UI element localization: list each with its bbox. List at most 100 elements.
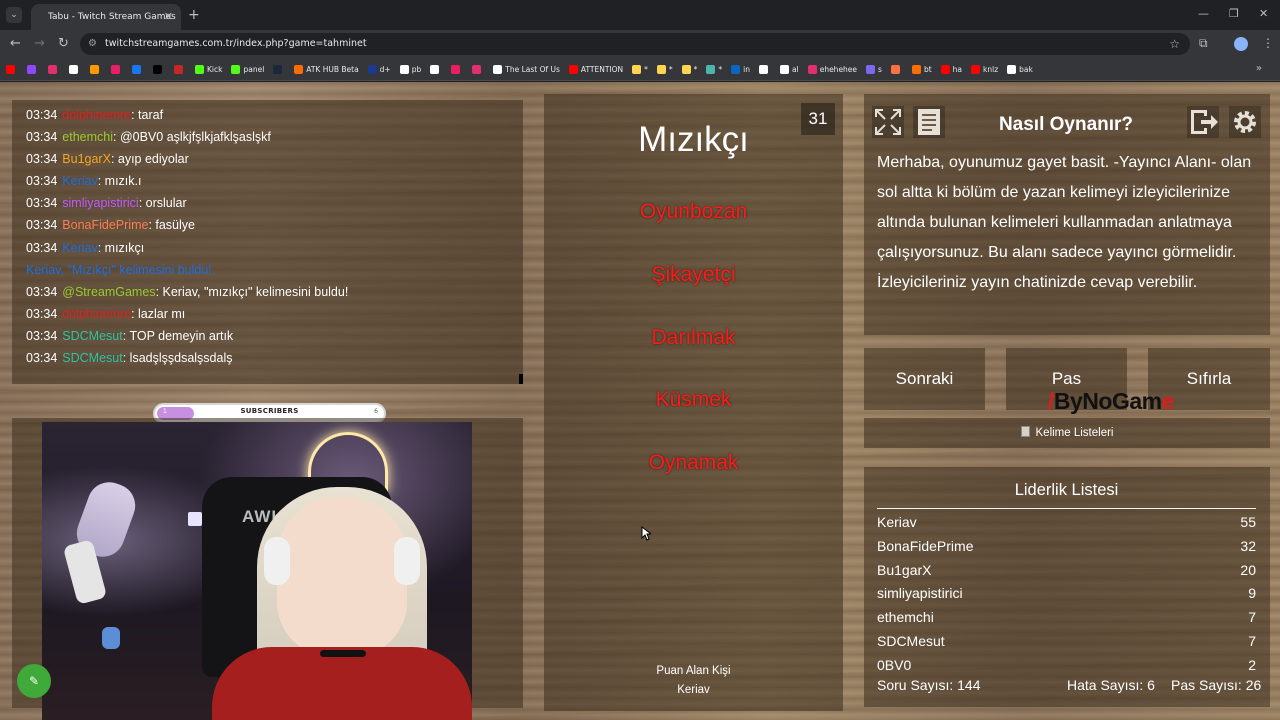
- bookmark-item[interactable]: The Last Of Us: [493, 64, 560, 74]
- minimize-button[interactable]: —: [1198, 7, 1209, 20]
- chat-username[interactable]: Keriav: [62, 174, 97, 188]
- bookmark-label: ehehehee: [819, 64, 858, 74]
- bookmark-item[interactable]: [27, 64, 39, 74]
- bookmark-item[interactable]: [111, 64, 123, 74]
- bookmark-favicon-icon: [231, 64, 241, 74]
- chat-username[interactable]: Keriav, "Mızıkçı" kelimesini buldu!.: [26, 263, 215, 277]
- bookmark-item[interactable]: [174, 64, 186, 74]
- back-button[interactable]: ←: [10, 36, 21, 51]
- bookmark-item[interactable]: [472, 64, 484, 74]
- address-bar[interactable]: ⚙ twitchstreamgames.com.tr/index.php?gam…: [80, 33, 1190, 55]
- bookmark-favicon-icon: [294, 64, 304, 74]
- bookmark-item[interactable]: [153, 64, 165, 74]
- tab-title: Tabu - Twitch Stream Games: [48, 12, 176, 22]
- bookmark-item[interactable]: bak: [1007, 64, 1033, 74]
- leaderboard-score: 7: [1248, 609, 1256, 626]
- tab-search-button[interactable]: ⌄: [6, 7, 22, 23]
- bookmark-item[interactable]: in: [731, 64, 750, 74]
- figurine: [102, 627, 120, 649]
- browser-tab-active[interactable]: Tabu - Twitch Stream Games ✕: [31, 4, 181, 30]
- bookmark-item[interactable]: *: [706, 64, 722, 74]
- chat-scrollbar[interactable]: [519, 374, 523, 384]
- bookmark-item[interactable]: [69, 64, 81, 74]
- notes-icon[interactable]: [913, 106, 945, 138]
- bookmark-item[interactable]: [890, 64, 903, 74]
- chat-username[interactable]: @StreamGames: [62, 285, 155, 299]
- next-button[interactable]: Sonraki: [864, 348, 985, 410]
- chat-username[interactable]: dolphinemre: [62, 108, 131, 122]
- bookmark-item[interactable]: [6, 64, 18, 74]
- chat-username[interactable]: ethemchi: [62, 130, 113, 144]
- bookmark-favicon-icon: [111, 64, 120, 74]
- fullscreen-icon[interactable]: [872, 106, 904, 138]
- bookmark-favicon-icon: [890, 64, 900, 74]
- bookmark-item[interactable]: bt: [911, 64, 932, 74]
- leaderboard-score: 7: [1248, 633, 1256, 649]
- chat-username[interactable]: SDCMesut: [62, 329, 122, 343]
- bookmark-favicon-icon: [493, 64, 503, 74]
- chat-message: Keriav, "Mızıkçı" kelimesini buldu!.: [26, 259, 509, 281]
- browser-menu-icon[interactable]: ⋮: [1262, 36, 1274, 50]
- chat-username[interactable]: BonaFidePrime: [62, 218, 148, 232]
- bookmark-item[interactable]: *: [632, 64, 648, 74]
- bookmark-item[interactable]: s: [866, 64, 882, 74]
- bookmark-item[interactable]: [48, 64, 60, 74]
- pencil-icon[interactable]: ✎: [17, 664, 51, 698]
- maximize-button[interactable]: ❐: [1229, 7, 1239, 20]
- bookmark-item[interactable]: ehehehee: [807, 64, 858, 74]
- chat-username[interactable]: SDCMesut: [62, 351, 122, 365]
- chat-timestamp: 03:34: [26, 218, 58, 233]
- leaderboard-title: Liderlik Listesi: [877, 481, 1256, 509]
- chat-timestamp: 03:34: [26, 328, 58, 343]
- bookmark-favicon-icon: [656, 64, 666, 74]
- close-window-button[interactable]: ✕: [1259, 7, 1268, 20]
- leaderboard-score: 55: [1240, 514, 1256, 530]
- leaderboard-score: 9: [1248, 585, 1256, 602]
- chat-text: : mızık.ı: [97, 174, 142, 189]
- chat-username[interactable]: Bu1garX: [62, 152, 111, 166]
- bookmark-item[interactable]: Kick: [195, 64, 222, 74]
- bookmark-item[interactable]: pb: [399, 64, 421, 74]
- bookmark-star-icon[interactable]: ☆: [1169, 33, 1180, 55]
- bookmark-item[interactable]: [273, 64, 285, 74]
- bookmark-item[interactable]: [132, 64, 144, 74]
- bookmark-item[interactable]: al: [780, 64, 799, 74]
- bookmark-item[interactable]: *: [681, 64, 697, 74]
- new-tab-button[interactable]: +: [188, 7, 200, 23]
- bookmark-item[interactable]: ATTENTION: [568, 64, 623, 74]
- word-lists-button[interactable]: Kelime Listeleri: [864, 418, 1270, 448]
- webcam-image: AWK: [42, 422, 472, 720]
- bookmark-item[interactable]: [451, 64, 463, 74]
- logo-text: ByNoGam: [1053, 388, 1162, 414]
- profile-avatar[interactable]: [1234, 37, 1248, 51]
- browser-tab-bar: ⌄ Tabu - Twitch Stream Games ✕ + — ❐ ✕: [0, 0, 1280, 30]
- tab-close-icon[interactable]: ✕: [164, 10, 173, 23]
- bookmark-favicon-icon: [27, 64, 36, 74]
- bookmarks-overflow-icon[interactable]: »: [1256, 63, 1262, 74]
- reload-button[interactable]: ↻: [58, 36, 69, 51]
- chat-text: : mızıkçı: [97, 240, 145, 255]
- pass-count: Pas Sayısı: 26: [1171, 677, 1262, 693]
- settings-gear-icon[interactable]: [1229, 106, 1261, 138]
- bookmark-item[interactable]: panel: [231, 64, 264, 74]
- bookmark-item[interactable]: *: [656, 64, 673, 74]
- how-to-play-title: Nasıl Oynanır?: [998, 114, 1134, 135]
- bookmark-item[interactable]: [759, 64, 771, 74]
- forward-button[interactable]: →: [34, 36, 45, 51]
- logout-icon[interactable]: [1187, 106, 1219, 138]
- leaderboard-name: SDCMesut: [877, 633, 945, 649]
- bookmark-item[interactable]: ATK HUB Beta: [294, 64, 359, 74]
- chat-username[interactable]: simliyapistirici: [62, 196, 138, 210]
- extensions-icon[interactable]: ⧉: [1199, 36, 1208, 51]
- bookmark-item[interactable]: d+: [367, 64, 391, 74]
- site-info-icon[interactable]: ⚙: [88, 33, 97, 55]
- bookmark-item[interactable]: [430, 64, 442, 74]
- bookmark-item[interactable]: [90, 64, 102, 74]
- bookmark-favicon-icon: [472, 64, 482, 74]
- bookmark-item[interactable]: ha: [940, 64, 962, 74]
- bookmark-item[interactable]: knlz: [971, 64, 998, 74]
- leaderboard-score: 2: [1248, 656, 1256, 670]
- chat-username[interactable]: dolphinemre: [62, 307, 131, 321]
- leaderboard-name: Keriav: [877, 514, 917, 530]
- chat-username[interactable]: Keriav: [62, 241, 97, 255]
